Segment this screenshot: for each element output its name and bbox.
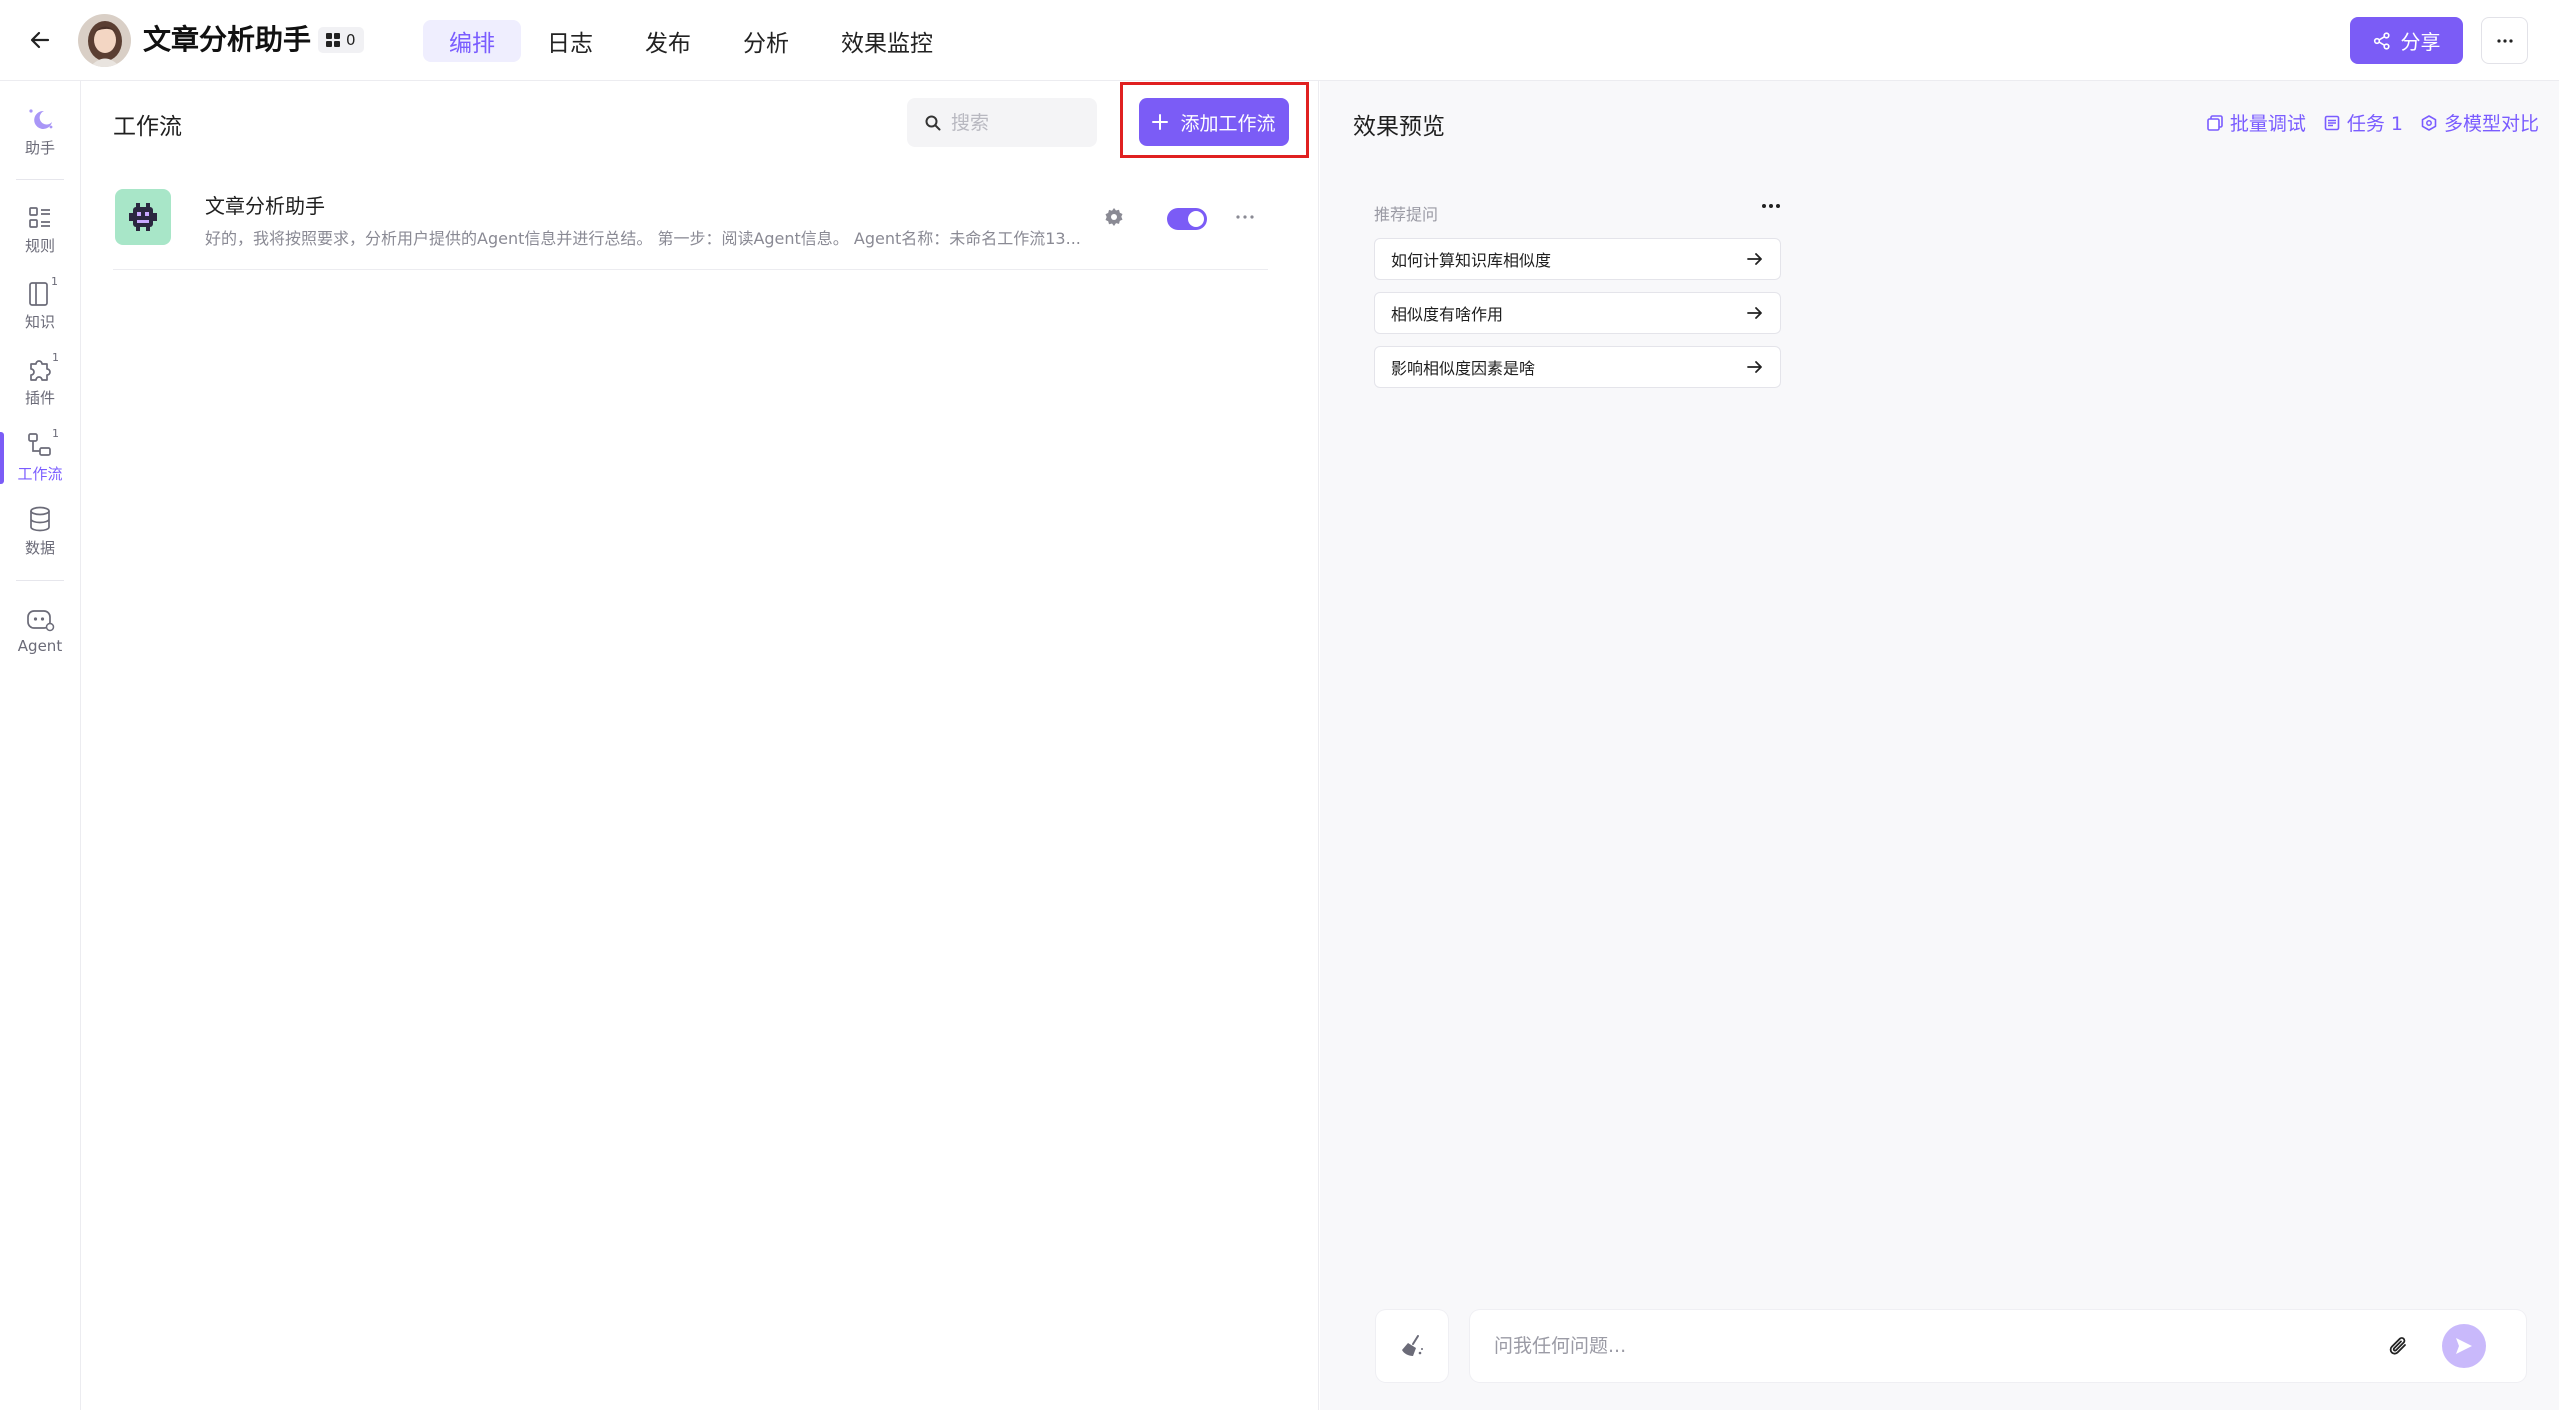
- sidebar-item-agent[interactable]: Agent: [0, 605, 80, 655]
- search-input[interactable]: [949, 110, 1089, 135]
- sidebar-item-label: 规则: [24, 237, 55, 255]
- knowledge-count: 1: [51, 275, 58, 288]
- sidebar-item-workflow[interactable]: 1 工作流: [0, 427, 80, 484]
- suggestions-more-button[interactable]: [1761, 203, 1781, 209]
- chat-input[interactable]: [1492, 1330, 2372, 1362]
- gear-icon: [1105, 208, 1123, 226]
- preview-actions: 批量调试 任务 1 多模型对比: [2207, 109, 2539, 136]
- sidebar-item-knowledge[interactable]: 1 知识: [0, 275, 80, 332]
- workflow-avatar-icon: [115, 189, 171, 245]
- grid-icon: [326, 33, 340, 47]
- batch-debug-icon: [2207, 114, 2223, 131]
- nav-tabs: 编排 日志 发布 分析 效果监控: [423, 20, 959, 62]
- app-title: 文章分析助手: [143, 23, 312, 56]
- arrow-left-icon: [30, 31, 50, 49]
- sidebar-item-label: Agent: [17, 637, 63, 655]
- plugin-icon: [30, 360, 51, 381]
- tab-analytics[interactable]: 分析: [717, 20, 815, 62]
- workflow-enable-toggle[interactable]: [1167, 208, 1207, 230]
- panel-title: 工作流: [113, 114, 182, 140]
- more-horizontal-icon: [1762, 204, 1780, 208]
- paperclip-icon: [2389, 1337, 2406, 1355]
- broom-icon: [1402, 1335, 1423, 1356]
- search-box[interactable]: [907, 98, 1097, 147]
- workflow-panel: 工作流 添加工作流 文章分析助手 好的，我将按照要求，分析用户提供的Agent信…: [81, 81, 1319, 1410]
- tab-orchestrate[interactable]: 编排: [423, 20, 521, 62]
- sidebar-item-label: 插件: [24, 389, 55, 407]
- model-compare-button[interactable]: 多模型对比: [2421, 109, 2539, 136]
- share-button[interactable]: 分享: [2350, 17, 2463, 64]
- model-compare-icon: [2421, 114, 2437, 131]
- workflow-list-item[interactable]: 文章分析助手 好的，我将按照要求，分析用户提供的Agent信息并进行总结。 第一…: [113, 189, 1268, 270]
- sidebar-item-label: 助手: [24, 139, 55, 157]
- clear-chat-button[interactable]: [1376, 1310, 1448, 1382]
- batch-debug-button[interactable]: 批量调试: [2207, 109, 2306, 136]
- sidebar-item-label: 工作流: [17, 465, 63, 483]
- tab-logs[interactable]: 日志: [521, 20, 619, 62]
- arrow-right-icon: [1747, 253, 1762, 265]
- sidebar-item-data[interactable]: 数据: [0, 505, 80, 558]
- more-horizontal-icon: [2496, 38, 2513, 43]
- toggle-knob: [1188, 211, 1204, 227]
- back-button[interactable]: [22, 22, 58, 58]
- add-workflow-button[interactable]: 添加工作流: [1139, 98, 1289, 146]
- more-horizontal-icon: [1236, 215, 1254, 219]
- add-workflow-label: 添加工作流: [1180, 112, 1276, 135]
- attach-button[interactable]: [2388, 1334, 2410, 1358]
- sidebar-item-assistant[interactable]: 助手: [0, 107, 80, 158]
- badge-count: 0: [346, 31, 356, 49]
- more-options-button[interactable]: [2481, 17, 2528, 64]
- batch-debug-label: 批量调试: [2229, 113, 2306, 135]
- rules-icon: [29, 207, 50, 228]
- suggested-question-text: 相似度有啥作用: [1391, 305, 1504, 324]
- workflow-description: 好的，我将按照要求，分析用户提供的Agent信息并进行总结。 第一步：阅读Age…: [205, 229, 1081, 248]
- sidebar-item-rules[interactable]: 规则: [0, 205, 80, 256]
- suggestions-label: 推荐提问: [1374, 205, 1439, 224]
- sidebar-item-label: 知识: [24, 313, 55, 331]
- left-sidebar: 助手 规则 1 知识 1 插件 1 工作流 数据 Agent: [0, 81, 81, 1410]
- chat-input-box: [1470, 1310, 2526, 1382]
- workflow-more-button[interactable]: [1235, 206, 1255, 228]
- send-icon: [2456, 1338, 2472, 1354]
- share-icon: [2373, 31, 2390, 50]
- top-header: 文章分析助手 0 编排 日志 发布 分析 效果监控 分享: [0, 0, 2559, 81]
- sidebar-item-label: 数据: [24, 539, 55, 557]
- knowledge-icon: [29, 282, 48, 306]
- suggested-question[interactable]: 如何计算知识库相似度: [1374, 238, 1781, 280]
- preview-title: 效果预览: [1353, 114, 1445, 140]
- share-label: 分享: [2400, 30, 2441, 54]
- arrow-right-icon: [1747, 307, 1762, 319]
- database-icon: [30, 506, 50, 532]
- workflow-count: 1: [52, 427, 59, 440]
- agent-icon: [27, 610, 55, 632]
- workflow-name: 文章分析助手: [205, 194, 325, 218]
- assistant-icon: [29, 109, 53, 129]
- send-button[interactable]: [2442, 1324, 2486, 1368]
- plus-icon: [1152, 114, 1169, 130]
- task-icon: [2324, 115, 2340, 130]
- suggested-question[interactable]: 相似度有啥作用: [1374, 292, 1781, 334]
- sidebar-item-plugin[interactable]: 1 插件: [0, 351, 80, 408]
- task-label: 任务 1: [2346, 113, 2403, 135]
- arrow-right-icon: [1747, 361, 1762, 373]
- avatar-image: [78, 14, 131, 67]
- suggested-question-text: 如何计算知识库相似度: [1391, 251, 1552, 270]
- avatar[interactable]: [78, 14, 131, 67]
- plugin-count: 1: [52, 351, 59, 364]
- workflow-settings-button[interactable]: [1103, 206, 1125, 228]
- suggested-question-text: 影响相似度因素是啥: [1391, 359, 1536, 378]
- model-compare-label: 多模型对比: [2443, 113, 2539, 135]
- workflow-icon: [28, 433, 51, 456]
- task-button[interactable]: 任务 1: [2324, 109, 2403, 136]
- counter-badge[interactable]: 0: [318, 27, 364, 53]
- tab-publish[interactable]: 发布: [619, 20, 717, 62]
- search-icon: [925, 115, 941, 130]
- tab-monitoring[interactable]: 效果监控: [815, 20, 959, 62]
- preview-panel: 效果预览 批量调试 任务 1 多模型对比 推荐提问 如何计算知识库相似度 相似度…: [1320, 81, 2559, 1410]
- suggested-question[interactable]: 影响相似度因素是啥: [1374, 346, 1781, 388]
